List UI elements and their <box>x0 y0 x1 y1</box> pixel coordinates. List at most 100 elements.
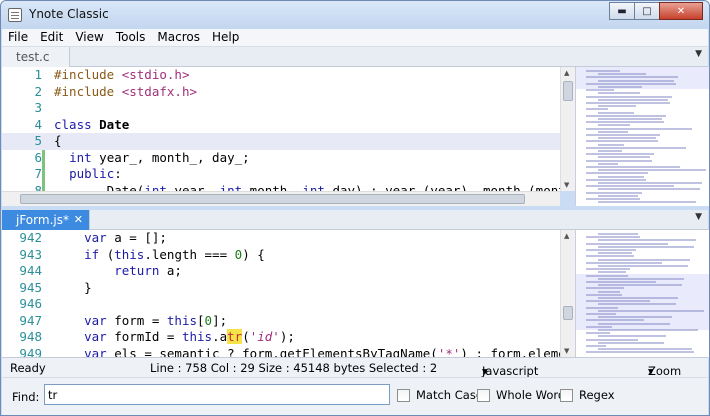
bottom-vertical-scrollbar[interactable]: ▲ ▼ <box>560 230 575 357</box>
minimap-line <box>598 252 632 255</box>
code-line[interactable]: 1 #include <stdio.h> <box>2 67 560 84</box>
minimap-line <box>586 313 616 315</box>
checkbox-box[interactable] <box>477 388 490 402</box>
code-line[interactable]: 944 return a; <box>2 263 560 280</box>
minimap-line <box>586 114 666 117</box>
menu-macros[interactable]: Macros <box>151 29 206 46</box>
line-number: 942 <box>19 230 42 245</box>
code-line[interactable]: 942 var a = []; <box>2 230 560 247</box>
maximize-button[interactable]: □ <box>634 2 660 20</box>
minimap-line <box>598 73 646 76</box>
menu-view[interactable]: View <box>69 29 109 46</box>
minimap-line <box>598 137 656 140</box>
checkbox-box[interactable] <box>560 388 573 402</box>
regex-checkbox[interactable]: Regex <box>560 388 615 402</box>
minimap-line <box>598 98 668 101</box>
code-line[interactable]: 5{ <box>2 133 560 150</box>
minimap-line <box>598 348 692 351</box>
menu-edit[interactable]: Edit <box>34 29 69 46</box>
bottom-editor[interactable]: 942 var a = []; 943 if (this.length === 0… <box>2 230 560 357</box>
code-line[interactable]: 2 #include <stdafx.h> <box>2 84 560 101</box>
bottom-minimap[interactable] <box>575 230 709 357</box>
scroll-thumb[interactable] <box>20 194 525 204</box>
cursor-info: Line : 758 Col : 29 Size : 45148 bytes S… <box>150 361 438 375</box>
code-line[interactable]: 3 <box>2 100 560 117</box>
code-line[interactable]: 8 Date(int year, int month, int day) : y… <box>2 183 560 192</box>
code-line[interactable]: 947 var form = this[0]; <box>2 313 560 330</box>
code-token: return <box>114 263 160 278</box>
minimap-line <box>586 191 642 194</box>
code-line[interactable]: 7 public: <box>2 166 560 183</box>
close-icon[interactable]: ✕ <box>74 210 83 230</box>
code-line[interactable]: 948 var formId = this.atr('id'); <box>2 329 560 346</box>
code-text: var formId = this.atr('id'); <box>54 329 295 346</box>
minimap-line <box>586 127 692 130</box>
menu-help[interactable]: Help <box>206 29 245 46</box>
close-button[interactable]: ✕ <box>659 2 703 20</box>
code-text: var els = semantic ? form.getElementsByT… <box>54 346 560 358</box>
chevron-down-icon[interactable]: ▼ <box>695 212 702 222</box>
minimap-line <box>586 178 646 181</box>
line-number: 949 <box>19 345 42 358</box>
code-line[interactable]: 943 if (this.length === 0) { <box>2 247 560 264</box>
menu-file[interactable]: File <box>2 29 34 46</box>
code-line[interactable]: 946 <box>2 296 560 313</box>
minimap-line <box>586 325 612 328</box>
minimap-line <box>598 239 696 242</box>
checkbox-box[interactable] <box>397 388 410 402</box>
line-number: 1 <box>34 67 42 82</box>
tab-jform-js[interactable]: jForm.js* ✕ <box>2 210 90 230</box>
code-text: if (this.length === 0) { <box>54 247 265 264</box>
code-token: var <box>84 329 107 344</box>
line-number: 945 <box>19 279 42 295</box>
minimap-line <box>586 261 662 264</box>
tab-test-c[interactable]: test.c <box>2 47 71 67</box>
status-bar: Ready Line : 758 Col : 29 Size : 45148 b… <box>2 357 708 378</box>
minimap-line <box>586 121 664 124</box>
find-input[interactable] <box>44 384 390 405</box>
minimap-line <box>586 281 656 283</box>
minimap-line <box>598 124 630 127</box>
minimap-line <box>598 322 670 325</box>
scroll-thumb[interactable] <box>563 81 573 101</box>
scroll-up-icon[interactable]: ▲ <box>564 69 569 77</box>
code-line[interactable]: 6 int year_, month_, day_; <box>2 150 560 167</box>
code-token: Date( <box>54 182 145 192</box>
minimap-line <box>586 338 638 341</box>
code-line[interactable]: 945 } <box>2 280 560 297</box>
bottom-tabstrip: jForm.js* ✕ ▼ <box>2 210 708 230</box>
scroll-down-icon[interactable]: ▼ <box>564 347 569 355</box>
minimap-line <box>598 79 674 82</box>
minimap-line <box>586 319 644 322</box>
code-token: form = <box>106 312 167 328</box>
line-number: 7 <box>34 166 42 181</box>
minimap-line <box>586 185 674 188</box>
chevron-down-icon[interactable]: ▼ <box>695 49 702 59</box>
code-line[interactable]: 4 class Date <box>2 117 560 134</box>
top-horizontal-scrollbar[interactable] <box>2 191 560 206</box>
minimap-line <box>586 102 670 104</box>
minimap-line <box>586 332 610 335</box>
minimap-line <box>598 335 666 338</box>
code-text: int year_, month_, day_; <box>54 150 250 167</box>
top-minimap[interactable] <box>575 67 709 206</box>
minimap-line <box>586 287 624 290</box>
chevron-down-icon: ▾ <box>648 364 654 378</box>
scroll-down-icon[interactable]: ▼ <box>564 181 569 189</box>
scroll-thumb[interactable] <box>563 306 573 320</box>
top-editor[interactable]: 1 #include <stdio.h> 2 #include <stdafx.h> 3… <box>2 67 560 191</box>
code-token: day) : year_(year), month_(month), day_(… <box>332 182 560 192</box>
match-case-checkbox[interactable]: Match Case <box>397 388 483 402</box>
code-token: ); <box>279 329 295 344</box>
code-line[interactable]: 949 var els = semantic ? form.getElement… <box>2 346 560 358</box>
minimap-line <box>586 108 608 111</box>
whole-word-checkbox[interactable]: Whole Word <box>477 388 565 402</box>
minimize-button[interactable]: ▬ <box>609 2 635 20</box>
menu-tools[interactable]: Tools <box>110 29 152 46</box>
minimap-line <box>586 351 694 354</box>
code-token: this <box>166 312 198 328</box>
line-number: 948 <box>19 329 42 344</box>
minimap-line <box>586 166 680 168</box>
scroll-up-icon[interactable]: ▲ <box>564 232 569 240</box>
top-vertical-scrollbar[interactable]: ▲ ▼ <box>560 67 575 191</box>
